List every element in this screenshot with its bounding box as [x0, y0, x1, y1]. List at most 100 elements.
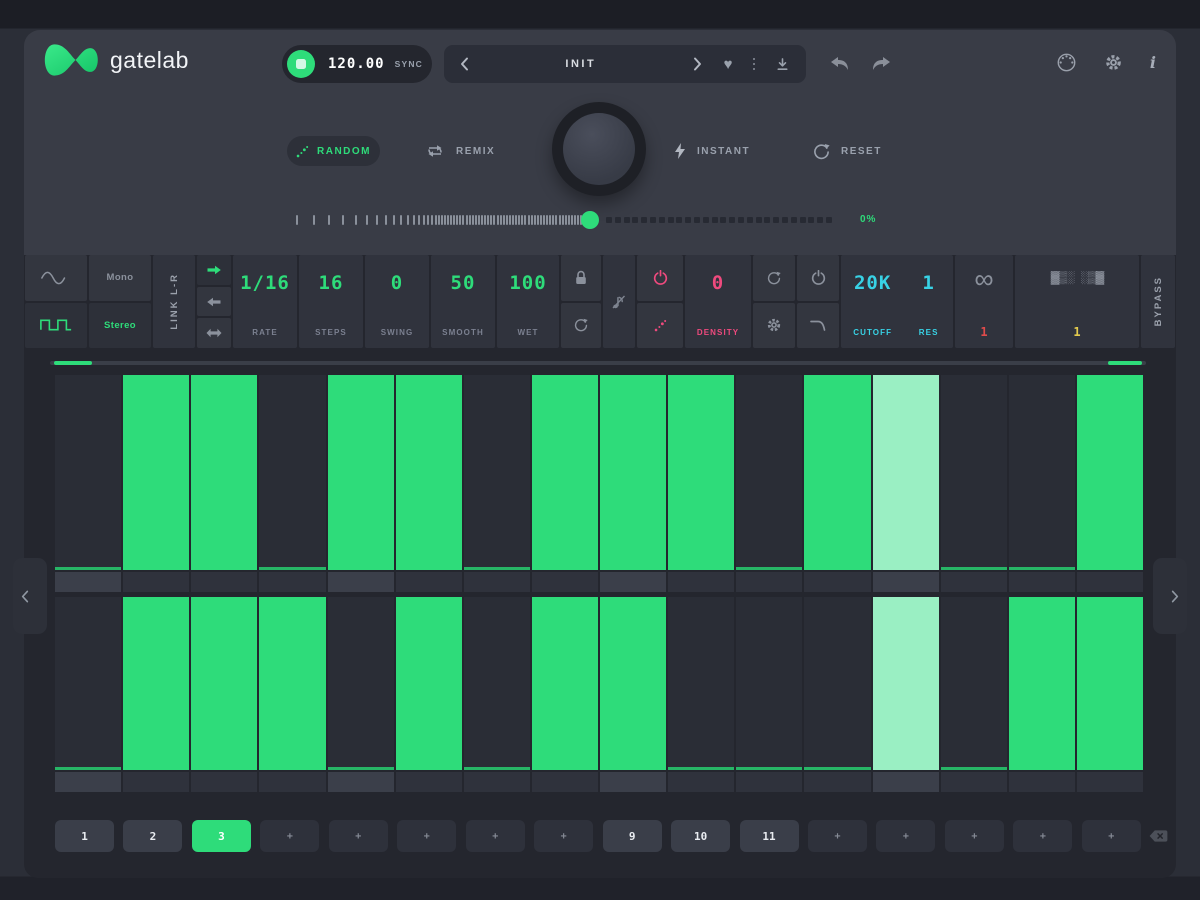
pattern-slot-7[interactable]: + — [466, 820, 525, 852]
pattern-slot-3[interactable]: 3 — [192, 820, 251, 852]
seq-substep-2-1[interactable] — [55, 772, 121, 792]
seq-step-2-6[interactable] — [396, 597, 462, 770]
stop-button[interactable] — [287, 50, 315, 78]
seq-substep-1-12[interactable] — [804, 572, 870, 592]
seq-step-2-1[interactable] — [55, 597, 121, 770]
seq-substep-2-5[interactable] — [328, 772, 394, 792]
seq-substep-2-15[interactable] — [1009, 772, 1075, 792]
seq-page-left-tab[interactable] — [13, 558, 47, 634]
seq-step-1-10[interactable] — [668, 375, 734, 570]
seq-substep-2-8[interactable] — [532, 772, 598, 792]
cutoff-control[interactable]: 20KCUTOFF — [841, 255, 904, 348]
seq-step-1-3[interactable] — [191, 375, 257, 570]
pattern-slot-2[interactable]: 2 — [123, 820, 182, 852]
pattern-slot-10[interactable]: 10 — [671, 820, 730, 852]
seq-substep-1-8[interactable] — [532, 572, 598, 592]
seq-step-1-13[interactable] — [873, 375, 939, 570]
filter-power-icon[interactable] — [797, 255, 839, 301]
seq-substep-2-14[interactable] — [941, 772, 1007, 792]
seq-substep-1-6[interactable] — [396, 572, 462, 592]
pattern-slot-5[interactable]: + — [329, 820, 388, 852]
seq-step-2-12[interactable] — [804, 597, 870, 770]
seq-step-2-16[interactable] — [1077, 597, 1143, 770]
seq-step-2-8[interactable] — [532, 597, 598, 770]
seq-step-2-5[interactable] — [328, 597, 394, 770]
steps-control[interactable]: 16STEPS — [299, 255, 363, 348]
density-scatter-icon[interactable] — [637, 303, 683, 349]
seq-substep-1-15[interactable] — [1009, 572, 1075, 592]
seq-substep-1-14[interactable] — [941, 572, 1007, 592]
mono-button[interactable]: Mono — [89, 255, 151, 301]
reset-button[interactable]: RESET — [813, 136, 882, 166]
seq-step-2-13[interactable] — [873, 597, 939, 770]
preset-next-button[interactable] — [693, 57, 702, 71]
seq-substep-2-10[interactable] — [668, 772, 734, 792]
seq-step-2-10[interactable] — [668, 597, 734, 770]
seq-step-2-9[interactable] — [600, 597, 666, 770]
seq-step-1-8[interactable] — [532, 375, 598, 570]
square-wave-button[interactable] — [25, 303, 87, 349]
seq-step-1-11[interactable] — [736, 375, 802, 570]
density-control[interactable]: 0DENSITY — [685, 255, 751, 348]
seq-substep-2-6[interactable] — [396, 772, 462, 792]
seq-step-1-4[interactable] — [259, 375, 325, 570]
seq-step-2-14[interactable] — [941, 597, 1007, 770]
seq-step-1-16[interactable] — [1077, 375, 1143, 570]
undo-icon[interactable] — [830, 56, 849, 70]
seq-step-2-2[interactable] — [123, 597, 189, 770]
preset-prev-button[interactable] — [460, 57, 469, 71]
loop-length-cell[interactable]: ∞ 1 — [955, 255, 1013, 348]
seq-substep-1-13[interactable] — [873, 572, 939, 592]
link-lr-toggle[interactable]: LINK L-R — [153, 255, 195, 348]
filter-cycle-icon[interactable] — [753, 255, 795, 301]
favorite-heart-icon[interactable]: ♥ — [724, 57, 733, 72]
filter-gear-icon[interactable] — [753, 303, 795, 349]
random-slider-ticks[interactable] — [296, 215, 592, 225]
pattern-slot-15[interactable]: + — [1013, 820, 1072, 852]
wet-control[interactable]: 100WET — [497, 255, 559, 348]
lock-icon[interactable] — [561, 255, 601, 301]
lowpass-curve-icon[interactable] — [797, 303, 839, 349]
seq-step-2-11[interactable] — [736, 597, 802, 770]
seq-substep-1-7[interactable] — [464, 572, 530, 592]
settings-gear-icon[interactable] — [1104, 53, 1123, 72]
reverse-arrow-button[interactable] — [197, 287, 231, 317]
pattern-slot-16[interactable]: + — [1082, 820, 1141, 852]
randomize-knob[interactable] — [552, 102, 646, 196]
seq-substep-2-3[interactable] — [191, 772, 257, 792]
delete-pattern-icon[interactable] — [1148, 829, 1169, 843]
noise-morph-cell[interactable]: ▓▒░ ░▒▓ 1 — [1015, 255, 1139, 348]
seq-substep-2-4[interactable] — [259, 772, 325, 792]
seq-substep-1-11[interactable] — [736, 572, 802, 592]
seq-step-1-5[interactable] — [328, 375, 394, 570]
bypass-toggle[interactable]: BYPASS — [1141, 255, 1175, 348]
pattern-slot-6[interactable]: + — [397, 820, 456, 852]
random-amount-handle[interactable] — [581, 211, 599, 229]
preset-name[interactable]: INIT — [469, 58, 693, 70]
seq-substep-2-9[interactable] — [600, 772, 666, 792]
tempo-value[interactable]: 120.00 — [328, 56, 385, 72]
seq-substep-1-4[interactable] — [259, 572, 325, 592]
preset-menu-icon[interactable] — [753, 58, 756, 71]
forward-arrow-button[interactable] — [197, 255, 231, 285]
seq-substep-2-7[interactable] — [464, 772, 530, 792]
seq-substep-2-16[interactable] — [1077, 772, 1143, 792]
instant-button[interactable]: INSTANT — [674, 136, 750, 166]
pattern-slot-8[interactable]: + — [534, 820, 593, 852]
random-button[interactable]: RANDOM — [287, 136, 380, 166]
seq-substep-2-2[interactable] — [123, 772, 189, 792]
seq-substep-1-1[interactable] — [55, 572, 121, 592]
seq-substep-2-11[interactable] — [736, 772, 802, 792]
seq-step-2-15[interactable] — [1009, 597, 1075, 770]
seq-step-2-4[interactable] — [259, 597, 325, 770]
pattern-slot-4[interactable]: + — [260, 820, 319, 852]
stereo-button[interactable]: Stereo — [89, 303, 151, 349]
seq-step-1-15[interactable] — [1009, 375, 1075, 570]
seq-step-1-6[interactable] — [396, 375, 462, 570]
pattern-slot-1[interactable]: 1 — [55, 820, 114, 852]
seq-substep-1-16[interactable] — [1077, 572, 1143, 592]
pattern-slot-12[interactable]: + — [808, 820, 867, 852]
seq-substep-1-2[interactable] — [123, 572, 189, 592]
density-power-icon[interactable] — [637, 255, 683, 301]
res-control[interactable]: 1RES — [904, 255, 953, 348]
